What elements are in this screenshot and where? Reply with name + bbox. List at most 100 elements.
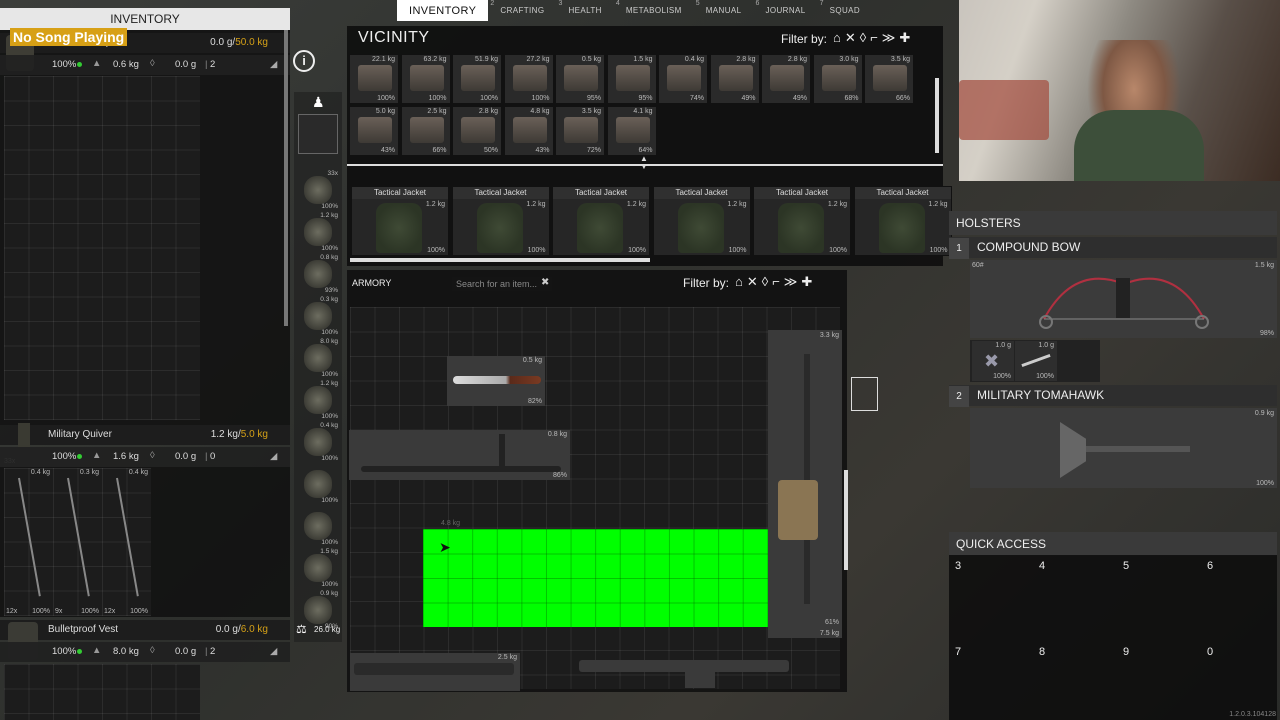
arrow-stack[interactable]: 0.4 kg 12x 100% — [102, 468, 151, 616]
medical-filter-icon[interactable]: ✚ — [801, 274, 816, 289]
weapon-filter-icon[interactable]: ✕ — [845, 30, 860, 45]
vicinity-item[interactable]: 3.0 kg 68% — [812, 54, 863, 104]
tactical-jacket-item[interactable]: Tactical Jacket 1.2 kg 100% — [351, 186, 449, 256]
equipment-slot[interactable]: 1.5 kg 100% — [298, 548, 340, 588]
divider-handle-icon[interactable]: ▲ ▼ — [640, 155, 648, 171]
tab-manual[interactable]: 5 MANUAL — [694, 0, 754, 21]
compound-bow-slot[interactable]: 60# 1.5 kg 98% — [970, 260, 1277, 338]
vicinity-item[interactable]: 2.8 kg 50% — [452, 106, 502, 156]
food-filter-icon[interactable]: ◊ — [860, 30, 870, 45]
armory-search-input[interactable]: Search for an item... — [452, 277, 552, 291]
shirt-filter-icon[interactable]: ⌂ — [833, 30, 845, 45]
tab-journal[interactable]: 6 JOURNAL — [753, 0, 817, 21]
armory-filter-icons[interactable]: ⌂✕◊⌐≫✚ — [735, 274, 816, 290]
equipment-slot[interactable]: 0.8 kg 93% — [298, 254, 340, 294]
quick-access-slot[interactable]: 0 — [1201, 642, 1280, 720]
ammo-filter-icon[interactable]: ≫ — [882, 30, 900, 45]
vicinity-item[interactable]: 2.8 kg 49% — [761, 54, 811, 104]
vest-grid[interactable] — [4, 664, 200, 720]
rifle-weight: 3.3 kg — [819, 332, 839, 339]
clear-search-icon[interactable]: ✖ — [541, 277, 549, 288]
arrow-stack[interactable]: 0.3 kg 9x 100% — [53, 468, 102, 616]
jacket-weight: 1.2 kg — [626, 201, 646, 208]
tab-crafting[interactable]: 2 CRAFTING — [488, 0, 556, 21]
placement-preview[interactable]: 4.8 kg ➤ — [423, 520, 768, 627]
equipment-slot[interactable]: 100% — [298, 506, 340, 546]
quick-access-slot[interactable]: 3 — [949, 556, 1031, 642]
quiver-capacity: 5.0 kg — [240, 429, 268, 440]
tool-filter-icon[interactable]: ⌐ — [772, 274, 784, 289]
equipment-slot[interactable]: 1.2 kg 100% — [298, 380, 340, 420]
tactical-jacket-item[interactable]: Tactical Jacket 1.2 kg 100% — [451, 186, 550, 256]
vicinity-item[interactable]: 51.9 kg 100% — [452, 54, 502, 104]
armory-knife[interactable]: 0.5 kg 82% — [447, 356, 545, 406]
vicinity-item[interactable]: 22.1 kg 100% — [349, 54, 399, 104]
vicinity-item[interactable]: 5.0 kg 43% — [349, 106, 399, 156]
equipment-slot[interactable]: 33x 100% — [298, 170, 340, 210]
quick-access-slot[interactable]: 7 — [949, 642, 1031, 720]
vest-row[interactable]: Bulletproof Vest 0.0 g/6.0 kg — [0, 620, 290, 660]
armory-grid[interactable] — [350, 307, 840, 689]
vicinity-item[interactable]: 4.8 kg 43% — [503, 106, 554, 156]
tomahawk-condition: 100% — [1256, 480, 1274, 487]
gear-slot-icon[interactable] — [298, 114, 338, 154]
vicinity-scrollbar[interactable] — [935, 78, 939, 153]
equipment-slot[interactable]: 0.3 kg 100% — [298, 296, 340, 336]
armory-smg[interactable]: 2.5 kg — [350, 653, 520, 691]
armory-machine-gun[interactable] — [575, 648, 790, 690]
ammo-filter-icon[interactable]: ≫ — [784, 274, 802, 289]
vicinity-item[interactable]: 3.5 kg 72% — [555, 106, 605, 156]
shirt-filter-icon[interactable]: ⌂ — [735, 274, 747, 289]
tool-filter-icon[interactable]: ⌐ — [870, 30, 882, 45]
medical-filter-icon[interactable]: ✚ — [899, 30, 914, 45]
tab-metabolism[interactable]: 4 METABOLISM — [614, 0, 694, 21]
tactical-jacket-item[interactable]: Tactical Jacket 1.2 kg 100% — [652, 186, 751, 256]
quick-access-slot[interactable]: 8 — [1033, 642, 1115, 720]
bow-attachment-1[interactable]: ✖ 1.0 g 100% — [972, 341, 1014, 381]
food-filter-icon[interactable]: ◊ — [762, 274, 772, 289]
weapon-filter-icon[interactable]: ✕ — [747, 274, 762, 289]
info-icon[interactable]: i — [293, 50, 315, 72]
equipment-condition: 100% — [321, 245, 338, 252]
armory-rifle[interactable]: 3.3 kg 61% 7.5 kg — [768, 330, 842, 638]
armory-baton[interactable]: 0.8 kg 86% — [349, 430, 570, 480]
resize-icon[interactable]: ◢ — [270, 451, 277, 462]
resize-icon[interactable]: ◢ — [270, 59, 277, 70]
item-condition: 49% — [792, 95, 807, 102]
equipment-slot[interactable]: 100% — [298, 464, 340, 504]
vicinity-filter-icons[interactable]: ⌂✕◊⌐≫✚ — [833, 30, 914, 46]
tactical-jacket-item[interactable]: Tactical Jacket 1.2 kg 100% — [853, 186, 952, 256]
equipment-slot[interactable]: 0.4 kg 100% — [298, 422, 340, 462]
inventory-scrollbar[interactable] — [284, 30, 288, 326]
armory-scrollbar[interactable] — [844, 470, 848, 570]
tactical-jacket-item[interactable]: Tactical Jacket 1.2 kg 100% — [753, 186, 851, 256]
quick-access-slot[interactable]: 5 — [1117, 556, 1199, 642]
tactical-jacket-item[interactable]: Tactical Jacket 1.2 kg 100% — [552, 186, 650, 256]
tab-inventory[interactable]: INVENTORY — [397, 0, 489, 21]
vicinity-item[interactable]: 2.5 kg 66% — [400, 106, 451, 156]
quick-access-slot[interactable]: 6 — [1201, 556, 1280, 642]
vicinity-item[interactable]: 2.8 kg 49% — [709, 54, 760, 104]
resize-icon[interactable]: ◢ — [270, 646, 277, 657]
arrow-stack[interactable]: 0.4 kg 12x 100% — [4, 468, 53, 616]
tab-health[interactable]: 3 HEALTH — [556, 0, 613, 21]
arrow-icon — [67, 477, 90, 597]
vicinity-item[interactable]: 4.1 kg 64% — [606, 106, 657, 156]
equipment-slot[interactable]: 1.2 kg 100% — [298, 212, 340, 252]
quick-access-slot[interactable]: 4 — [1033, 556, 1115, 642]
vicinity-item[interactable]: 1.5 kg 95% — [606, 54, 657, 104]
vicinity-item[interactable]: 63.2 kg 100% — [400, 54, 451, 104]
quick-access-slot[interactable]: 9 — [1117, 642, 1199, 720]
tomahawk-slot[interactable]: 0.9 kg 100% — [970, 408, 1277, 488]
bow-attachment-2[interactable]: 1.0 g 100% — [1015, 341, 1057, 381]
backpack-grid[interactable] — [4, 76, 200, 420]
equipment-slot[interactable]: 8.0 kg 100% — [298, 338, 340, 378]
quiver-row[interactable]: 33x Military Quiver 1.2 kg/5.0 kg — [0, 423, 290, 465]
item-condition: 95% — [586, 95, 601, 102]
tab-squad[interactable]: 7 SQUAD — [818, 0, 872, 21]
jacket-scrollbar[interactable] — [350, 258, 650, 262]
vicinity-item[interactable]: 3.5 kg 66% — [864, 54, 914, 104]
vicinity-item[interactable]: 27.2 kg 100% — [503, 54, 554, 104]
vicinity-item[interactable]: 0.4 kg 74% — [658, 54, 708, 104]
vicinity-item[interactable]: 0.5 kg 95% — [555, 54, 605, 104]
